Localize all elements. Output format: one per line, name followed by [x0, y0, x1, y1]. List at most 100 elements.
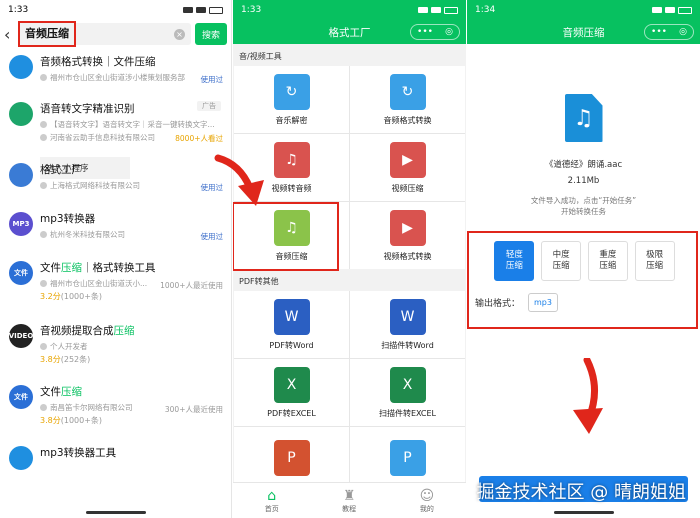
title-part: 音视频提取合成	[40, 325, 114, 337]
result-developer: 福州市仓山区金山街道涉小楼策划服务部	[50, 73, 185, 82]
page-title: 格式工厂	[328, 26, 371, 39]
search-results-screen: 1:33 ‹ 音频压缩 × 搜索 音频格式转换｜文件压缩福州市仓山区金山街道涉小…	[0, 0, 232, 518]
tool-icon: ↻	[389, 73, 426, 110]
home-indicator	[553, 511, 614, 514]
compression-level-button[interactable]: 极限 压缩	[634, 241, 675, 281]
result-developer: 上海格式网络科技有限公司	[50, 181, 140, 190]
status-time: 1:34	[475, 5, 496, 15]
status-bar: 1:33	[0, 0, 231, 20]
down-arrow-icon	[573, 358, 603, 434]
close-icon[interactable]: ◎	[445, 27, 453, 37]
usage-stat: 300+人最近使用	[164, 405, 223, 414]
rating-score: 3.8分	[40, 355, 61, 364]
search-input[interactable]: 音频压缩 ×	[18, 21, 191, 47]
level-label: 轻度	[505, 250, 523, 261]
tab-tutorial[interactable]: ♜ 教程	[342, 488, 356, 514]
result-item[interactable]: 格式工厂 上海格式网络科技有限公司 使用过	[0, 156, 231, 203]
back-icon[interactable]: ‹	[4, 25, 18, 44]
tool-item[interactable]: W 扫描件转Word	[350, 291, 465, 358]
tool-label: 扫描件转EXCEL	[378, 408, 437, 418]
audio-file-icon: ♫	[564, 94, 603, 142]
section-title: 音/视频工具	[239, 52, 282, 61]
title-part: 压缩	[113, 325, 135, 337]
result-title: mp3转换器工具	[40, 447, 117, 459]
result-item[interactable]: VIDEO 音视频提取合成压缩 个人开发者 3.8分(252条)	[0, 317, 231, 364]
pointer-arrow-icon	[214, 154, 264, 206]
result-title: mp3转换器	[40, 213, 96, 225]
app-icon	[9, 446, 33, 470]
file-name: 《道德经》朗诵.aac	[544, 160, 623, 170]
file-size: 2.11Mb	[567, 176, 600, 186]
page-title: 音频压缩	[562, 26, 605, 39]
home-icon: ⌂	[267, 487, 277, 504]
result-title: 音频格式转换｜文件压缩	[40, 56, 156, 68]
output-format-value[interactable]: mp3	[528, 293, 558, 312]
user-icon: ☺	[419, 487, 435, 504]
search-query[interactable]: 音频压缩	[18, 21, 76, 47]
tool-item[interactable]: X 扫描件转EXCEL	[350, 359, 465, 426]
level-label: 压缩	[505, 261, 523, 271]
battery-icon	[678, 6, 692, 14]
tool-icon: ▶	[389, 209, 426, 246]
level-label: 压缩	[599, 261, 617, 271]
tool-icon: P	[389, 440, 426, 476]
rating-score: 3.8分	[40, 416, 61, 425]
tab-mine[interactable]: ☺ 我的	[420, 488, 435, 514]
rating: 3.8分(1000+条)	[40, 415, 223, 426]
compression-level-button[interactable]: 中度 压缩	[541, 241, 582, 281]
tool-icon: ↻	[273, 73, 310, 110]
usage-stat: 8000+人看过	[175, 134, 223, 143]
home-indicator	[85, 511, 146, 514]
result-item[interactable]: mp3转换器工具	[0, 439, 231, 486]
status-bar: 1:33	[233, 0, 466, 20]
level-row: 轻度 压缩 中度 压缩 重度 压缩 极限 压缩	[469, 233, 696, 281]
ad-badge: 广告	[197, 101, 221, 111]
tool-item[interactable]: ▶ 视频格式转换	[350, 202, 465, 269]
tool-item[interactable]: ↻ 音频格式转换	[350, 66, 465, 133]
result-developer: 【语音转文字】语音转文字｜采音一键转换文字...	[50, 120, 215, 129]
status-bar: 1:34	[467, 0, 700, 20]
tool-item[interactable]: W PDF转Word	[234, 291, 349, 358]
more-icon[interactable]: •••	[651, 27, 667, 37]
capsule-menu[interactable]: ••• ◎	[644, 24, 694, 40]
compression-level-button[interactable]: 轻度 压缩	[494, 241, 535, 281]
tool-icon: W	[389, 298, 426, 335]
more-icon[interactable]: •••	[417, 27, 433, 37]
battery-icon	[444, 6, 458, 14]
bell-icon: ♜	[342, 487, 356, 504]
tab-bar: ⌂ 首页 ♜ 教程 ☺ 我的	[233, 482, 466, 518]
watermark: 掘金技术社区 @ 晴朗姐姐	[476, 482, 686, 503]
result-title: 音视频提取合成压缩	[40, 323, 223, 338]
tool-label: 扫描件转Word	[381, 340, 434, 350]
app-icon: MP3	[9, 212, 33, 236]
tool-item[interactable]: ♫ 音频压缩	[233, 202, 349, 271]
tool-icon: ♫	[273, 209, 310, 246]
app-icon	[9, 163, 33, 187]
result-developer: 南昌笛卡尔网络有限公司	[50, 403, 133, 412]
compression-level-button[interactable]: 重度 压缩	[587, 241, 628, 281]
close-icon[interactable]: ◎	[679, 27, 687, 37]
tool-icon: X	[389, 366, 426, 403]
tool-grid-pdf: W PDF转Word W 扫描件转Word X PDF转EXCEL X 扫描件转EXCEL P P	[234, 291, 465, 494]
tool-item[interactable]: ▶ 视频压缩	[350, 134, 465, 201]
result-item[interactable]: MP3 mp3转换器 杭州冬米科技有限公司 使用过	[0, 205, 231, 252]
result-item[interactable]: 音频格式转换｜文件压缩 福州市仓山区金山街道涉小楼策划服务部 使用过	[0, 48, 231, 95]
clear-icon[interactable]: ×	[174, 28, 185, 40]
result-title: 文件压缩	[40, 384, 223, 399]
tool-item[interactable]: X PDF转EXCEL	[234, 359, 349, 426]
result-item[interactable]: 文件 文件压缩南昌笛卡尔网络有限公司 3.8分(1000+条) 300+人最近使用	[0, 378, 231, 425]
result-meta: 上海格式网络科技有限公司	[40, 180, 223, 191]
result-title: 语音转文字精准识别	[40, 103, 135, 115]
search-button[interactable]: 搜索	[195, 23, 227, 45]
result-item[interactable]: 文件 文件压缩｜格式转换工具 福州市仓山区金山街道沃小... 3.2分(1000+条)…	[0, 254, 231, 301]
rating: 3.8分(252条)	[40, 354, 223, 365]
tab-home[interactable]: ⌂ 首页	[265, 488, 279, 514]
capsule-menu[interactable]: ••• ◎	[410, 24, 460, 40]
tool-item[interactable]: ↻ 音乐解密	[234, 66, 349, 133]
title-part: ｜格式转换工具	[82, 262, 156, 274]
level-label: 中度	[552, 250, 570, 261]
result-item[interactable]: 语音转文字精准识别 【语音转文字】语音转文字｜采音一键转换文字... 河南省云助手信…	[0, 95, 231, 143]
tool-label: 视频格式转换	[383, 251, 432, 261]
title-part: 文件	[40, 386, 61, 398]
tool-icon: ▶	[389, 141, 426, 178]
